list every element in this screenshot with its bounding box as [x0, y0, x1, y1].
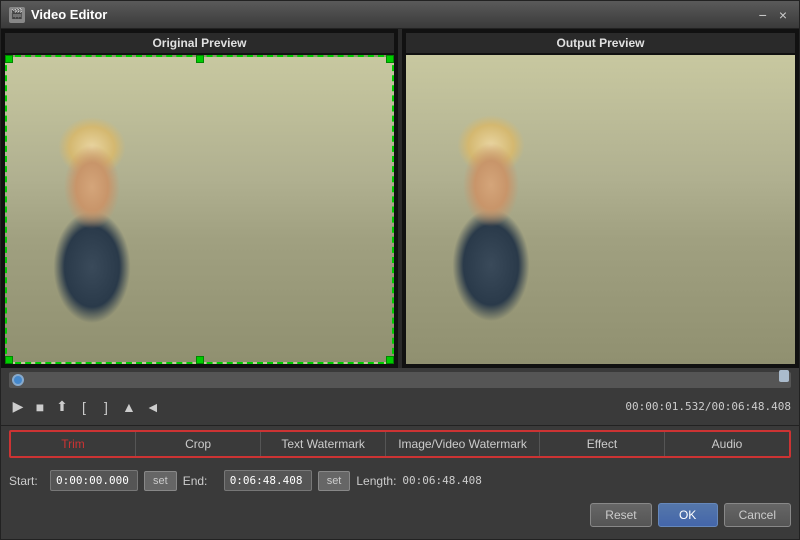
mark-in-button[interactable]: [: [75, 397, 93, 417]
tab-trim[interactable]: Trim: [11, 432, 136, 456]
tab-audio[interactable]: Audio: [665, 432, 789, 456]
original-preview-label: Original Preview: [5, 33, 394, 53]
cancel-button[interactable]: Cancel: [724, 503, 791, 527]
preview-area: Original Preview Output Preview: [1, 29, 799, 368]
tab-area: Trim Crop Text Watermark Image/Video Wat…: [1, 425, 799, 462]
handle-bottom-left[interactable]: [5, 356, 13, 364]
tab-text-watermark[interactable]: Text Watermark: [261, 432, 386, 456]
timeline-playhead[interactable]: [12, 374, 24, 386]
handle-bottom-right[interactable]: [386, 356, 394, 364]
output-preview-panel: Output Preview: [402, 29, 799, 368]
start-label: Start:: [9, 474, 44, 488]
bottom-buttons: Reset OK Cancel: [9, 499, 791, 531]
prev-button[interactable]: ◄: [143, 397, 163, 417]
mark-out-button[interactable]: ]: [97, 397, 115, 417]
title-bar-left: 🎬 Video Editor: [9, 7, 107, 23]
window-title: Video Editor: [31, 7, 107, 22]
tab-image-video-watermark[interactable]: Image/Video Watermark: [386, 432, 540, 456]
output-preview-label: Output Preview: [406, 33, 795, 53]
end-set-button[interactable]: set: [318, 471, 351, 491]
original-video: [5, 55, 394, 364]
export-button[interactable]: ⬆: [53, 396, 71, 417]
trim-controls-row: Start: set End: set Length: 00:06:48.408: [9, 470, 791, 491]
ok-button[interactable]: OK: [658, 503, 718, 527]
minimize-button[interactable]: −: [755, 8, 771, 22]
close-button[interactable]: ×: [775, 8, 791, 22]
end-input[interactable]: [224, 470, 312, 491]
length-value: 00:06:48.408: [402, 474, 481, 487]
transport-bar: ▶ ■ ⬆ [ ] ▲ ◄ 00:00:01.532/00:06:48.408: [9, 392, 791, 421]
split-button[interactable]: ▲: [119, 397, 139, 417]
length-label: Length:: [356, 474, 396, 488]
timeline-scrubber[interactable]: [9, 372, 791, 388]
stop-button[interactable]: ■: [31, 397, 49, 417]
controls-area: Start: set End: set Length: 00:06:48.408…: [1, 462, 799, 539]
original-video-content: [5, 55, 394, 364]
time-display: 00:00:01.532/00:06:48.408: [625, 400, 791, 413]
play-button[interactable]: ▶: [9, 396, 27, 417]
transport-controls: ▶ ■ ⬆ [ ] ▲ ◄: [9, 396, 163, 417]
tab-crop[interactable]: Crop: [136, 432, 261, 456]
handle-bottom-mid[interactable]: [196, 356, 204, 364]
handle-top-left[interactable]: [5, 55, 13, 63]
reset-button[interactable]: Reset: [590, 503, 651, 527]
title-bar: 🎬 Video Editor − ×: [1, 1, 799, 29]
title-controls: − ×: [755, 8, 791, 22]
timeline-area: ▶ ■ ⬆ [ ] ▲ ◄ 00:00:01.532/00:06:48.408: [1, 368, 799, 425]
start-set-button[interactable]: set: [144, 471, 177, 491]
video-editor-window: 🎬 Video Editor − × Original Preview: [0, 0, 800, 540]
tab-effect[interactable]: Effect: [540, 432, 665, 456]
timeline-end-handle[interactable]: [779, 370, 789, 382]
original-preview-panel: Original Preview: [1, 29, 398, 368]
output-video-content: [406, 55, 795, 364]
handle-top-right[interactable]: [386, 55, 394, 63]
end-label: End:: [183, 474, 218, 488]
start-input[interactable]: [50, 470, 138, 491]
handle-top-mid[interactable]: [196, 55, 204, 63]
output-video: [406, 55, 795, 364]
tabs: Trim Crop Text Watermark Image/Video Wat…: [9, 430, 791, 458]
app-icon: 🎬: [9, 7, 25, 23]
